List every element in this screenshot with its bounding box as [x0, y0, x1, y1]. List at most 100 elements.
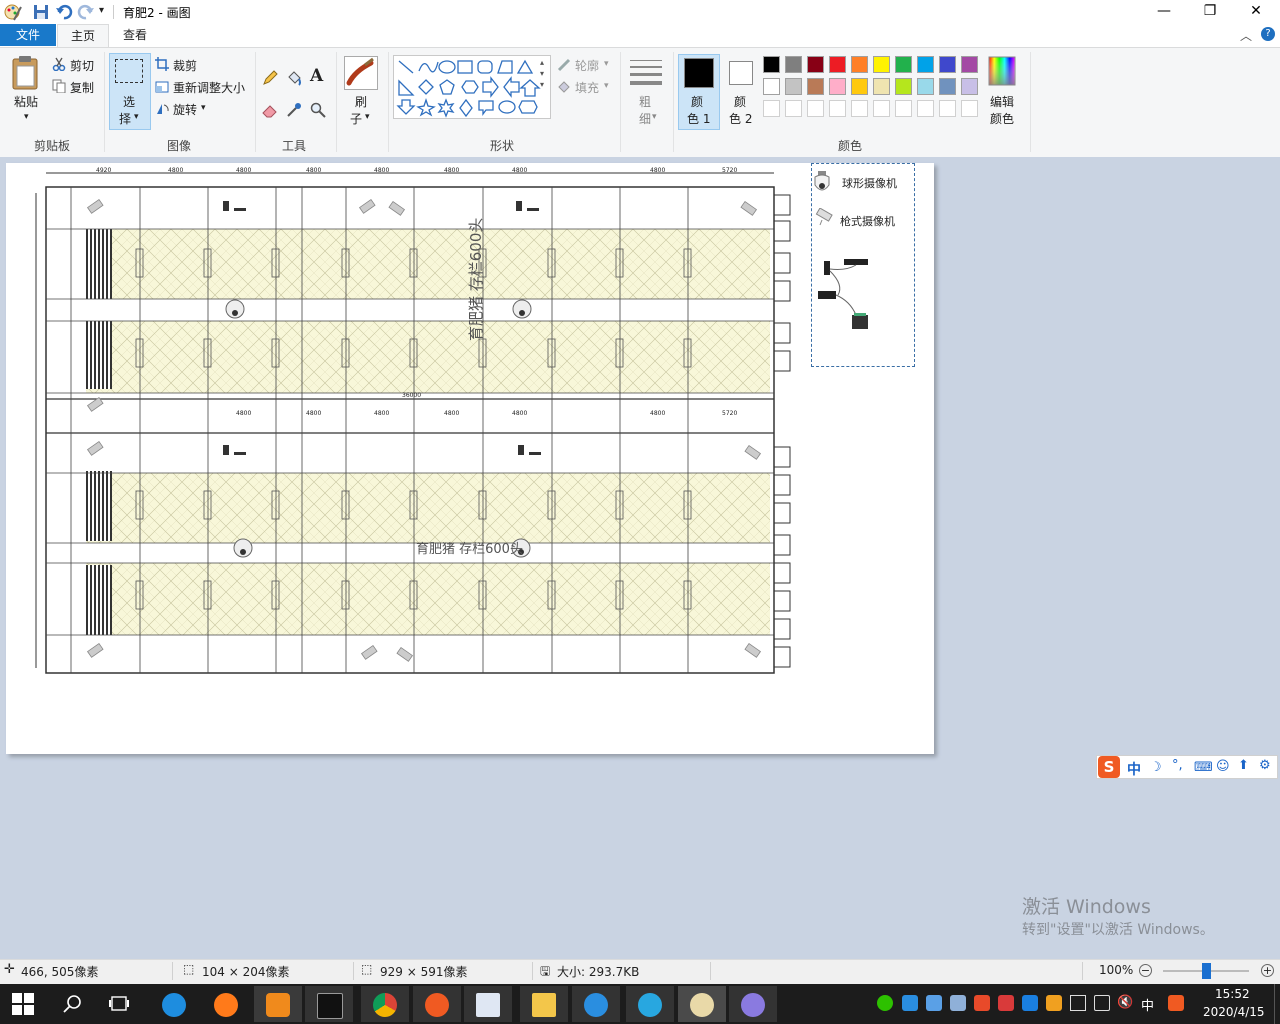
save-icon[interactable]	[32, 3, 50, 21]
taskbar-ie-edge-icon[interactable]	[150, 986, 198, 1022]
palette-custom-swatch[interactable]	[807, 100, 824, 117]
tray-red-app-icon[interactable]	[998, 995, 1014, 1011]
taskbar-app-window-icon[interactable]	[464, 986, 512, 1022]
palette-custom-swatch[interactable]	[763, 100, 780, 117]
size-label-2[interactable]: 细	[639, 110, 651, 127]
brush-label-2[interactable]: 子	[350, 110, 362, 127]
palette-custom-swatch[interactable]	[873, 100, 890, 117]
palette-color-swatch[interactable]	[785, 78, 802, 95]
palette-color-swatch[interactable]	[895, 78, 912, 95]
rotate-button[interactable]: 旋转	[173, 101, 197, 118]
taskbar-ie-icon[interactable]	[572, 986, 620, 1022]
copy-button[interactable]: 复制	[70, 79, 94, 96]
text-tool-icon[interactable]: A	[310, 66, 323, 86]
taskbar-terminal-icon[interactable]	[305, 986, 353, 1022]
palette-custom-swatch[interactable]	[895, 100, 912, 117]
rotate-icon[interactable]	[155, 101, 169, 115]
search-icon[interactable]	[62, 993, 84, 1015]
tab-home[interactable]: 主页	[57, 24, 109, 47]
rotate-dropdown-icon[interactable]: ▾	[201, 103, 206, 113]
zoom-out-button[interactable]: −	[1139, 964, 1152, 977]
taskbar-chrome-icon[interactable]	[361, 986, 409, 1022]
brush-label-1[interactable]: 刷	[355, 93, 367, 110]
ime-keyboard-icon[interactable]: ⌨	[1194, 760, 1213, 775]
palette-color-swatch[interactable]	[961, 56, 978, 73]
resize-button[interactable]: 重新调整大小	[173, 79, 245, 96]
tray-feishu-icon[interactable]	[1022, 995, 1038, 1011]
undo-icon[interactable]	[55, 3, 73, 21]
color2-label-1[interactable]: 颜	[734, 93, 746, 110]
magnifier-icon[interactable]	[310, 102, 326, 118]
color2-swatch[interactable]	[729, 61, 753, 85]
tray-security-icon[interactable]	[974, 995, 990, 1011]
size-lines-icon[interactable]	[630, 58, 662, 86]
size-label-1[interactable]: 粗	[639, 93, 651, 110]
edit-colors-icon[interactable]	[988, 56, 1016, 86]
zoom-in-button[interactable]: +	[1261, 964, 1274, 977]
palette-custom-swatch[interactable]	[917, 100, 934, 117]
palette-color-swatch[interactable]	[939, 56, 956, 73]
taskbar-file-explorer-icon[interactable]	[520, 986, 568, 1022]
ime-punctuation-icon[interactable]: °,	[1172, 758, 1183, 773]
palette-custom-swatch[interactable]	[939, 100, 956, 117]
tray-cube-icon[interactable]	[926, 995, 942, 1011]
palette-custom-swatch[interactable]	[851, 100, 868, 117]
tab-view[interactable]: 查看	[110, 24, 160, 46]
palette-color-swatch[interactable]	[939, 78, 956, 95]
ime-halfwidth-icon[interactable]: ☽	[1150, 760, 1162, 775]
outline-dropdown-icon[interactable]: ▾	[604, 59, 609, 69]
paste-button[interactable]: 粘贴	[14, 93, 38, 110]
cut-button[interactable]: 剪切	[70, 57, 94, 74]
paste-icon[interactable]	[10, 55, 42, 91]
palette-color-swatch[interactable]	[763, 56, 780, 73]
palette-color-swatch[interactable]	[807, 56, 824, 73]
close-button[interactable]: ✕	[1233, 0, 1279, 24]
ime-user-icon[interactable]: ☺	[1216, 759, 1230, 774]
fill-button[interactable]: 填充	[575, 79, 599, 96]
fill-icon[interactable]	[557, 80, 571, 94]
palette-color-swatch[interactable]	[917, 78, 934, 95]
taskbar-pen-app-icon[interactable]	[413, 986, 461, 1022]
palette-color-swatch[interactable]	[961, 78, 978, 95]
palette-color-swatch[interactable]	[917, 56, 934, 73]
eraser-icon[interactable]	[262, 102, 278, 118]
crop-button[interactable]: 裁剪	[173, 57, 197, 74]
palette-custom-swatch[interactable]	[961, 100, 978, 117]
collapse-ribbon-icon[interactable]: ︿	[1240, 27, 1252, 44]
sogou-logo-icon[interactable]: S	[1098, 756, 1120, 778]
ime-skin-icon[interactable]: ⬆	[1238, 758, 1249, 773]
fill-bucket-icon[interactable]	[286, 70, 302, 86]
palette-color-swatch[interactable]	[895, 56, 912, 73]
shapes-gallery-icons[interactable]	[394, 56, 550, 118]
outline-icon[interactable]	[557, 58, 571, 72]
brush-icon[interactable]	[344, 56, 378, 90]
palette-color-swatch[interactable]	[829, 78, 846, 95]
pencil-icon[interactable]	[262, 70, 278, 86]
redo-icon[interactable]	[77, 3, 95, 21]
clock-time[interactable]: 15:52	[1215, 987, 1250, 1001]
color2-label-2[interactable]: 色 2	[729, 110, 752, 127]
tab-file[interactable]: 文件	[0, 24, 56, 46]
help-icon[interactable]: ?	[1261, 27, 1275, 41]
ime-language-toggle[interactable]: 中	[1127, 759, 1141, 779]
tray-app-icon[interactable]	[902, 995, 918, 1011]
copy-icon[interactable]	[52, 79, 66, 94]
start-windows-icon[interactable]	[12, 993, 34, 1015]
edit-colors-label-1[interactable]: 编辑	[990, 93, 1014, 110]
edit-colors-label-2[interactable]: 颜色	[990, 110, 1014, 127]
taskbar-sublime-icon[interactable]	[254, 986, 302, 1022]
tray-wechat-icon[interactable]	[877, 995, 893, 1011]
palette-color-swatch[interactable]	[851, 78, 868, 95]
tray-cloud-icon[interactable]	[950, 995, 966, 1011]
palette-color-swatch[interactable]	[807, 78, 824, 95]
drawing-canvas[interactable]: 育肥猪 存栏600头 育肥猪 存栏600头 4920 4800 4800 480…	[6, 163, 934, 754]
customize-quick-access-icon[interactable]: ▾	[99, 5, 104, 16]
zoom-slider-thumb[interactable]	[1202, 963, 1211, 979]
fill-dropdown-icon[interactable]: ▾	[604, 81, 609, 91]
palette-color-swatch[interactable]	[763, 78, 780, 95]
task-view-icon[interactable]	[108, 994, 130, 1014]
shapes-scroll-icon[interactable]: ▴ ▾ ▾	[540, 57, 544, 90]
taskbar-firefox-icon[interactable]	[202, 986, 250, 1022]
resize-icon[interactable]	[155, 79, 169, 93]
tray-ime-language[interactable]: 中	[1141, 995, 1154, 1014]
